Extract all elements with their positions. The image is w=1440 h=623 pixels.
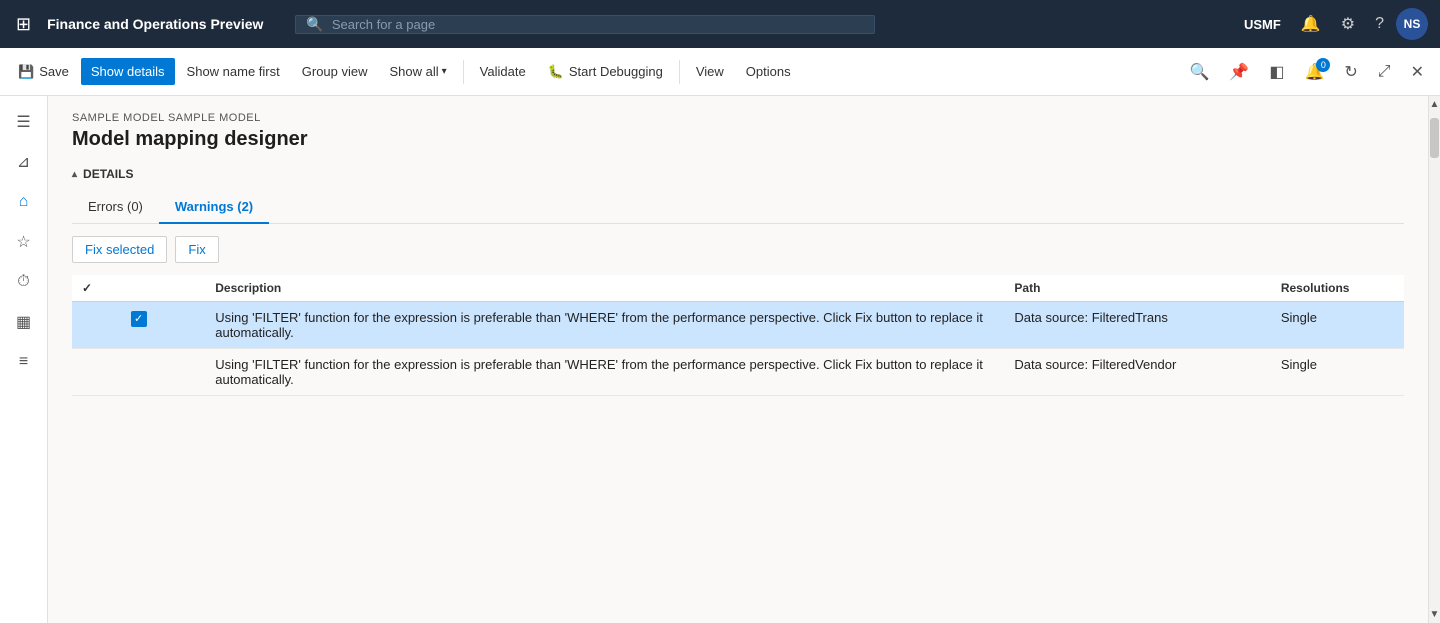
validate-button[interactable]: Validate xyxy=(470,58,536,85)
search-toolbar-icon[interactable]: 🔍 xyxy=(1181,56,1217,88)
row-path-2: Data source: FilteredVendor xyxy=(1004,349,1270,396)
sidebar-item-filter[interactable]: ⊿ xyxy=(6,144,42,180)
toolbar-right: 🔍 📌 ◧ 🔔 0 ↻ ⤢ ✕ xyxy=(1181,56,1432,88)
details-section: ▴ DETAILS Errors (0) Warnings (2) Fix se… xyxy=(48,151,1428,396)
details-header[interactable]: ▴ DETAILS xyxy=(72,167,1404,181)
save-icon: 💾 xyxy=(18,64,34,80)
chevron-down-icon: ▾ xyxy=(442,66,447,77)
row-path-1: Data source: FilteredTrans xyxy=(1004,302,1270,349)
pin-icon[interactable]: 📌 xyxy=(1221,56,1257,88)
close-button[interactable]: ✕ xyxy=(1403,56,1432,88)
col-header-path: Path xyxy=(1004,275,1270,302)
fix-button[interactable]: Fix xyxy=(175,236,218,263)
top-nav-right: USMF 🔔 ⚙ ? NS xyxy=(1236,8,1428,40)
sidebar-item-home[interactable]: ⌂ xyxy=(6,184,42,220)
table-row[interactable]: Using 'FILTER' function for the expressi… xyxy=(72,349,1404,396)
scroll-down-arrow[interactable]: ▼ xyxy=(1429,606,1440,623)
expand-button[interactable]: ⤢ xyxy=(1370,57,1399,87)
sidebar-item-workspaces[interactable]: ▦ xyxy=(6,304,42,340)
fix-selected-button[interactable]: Fix selected xyxy=(72,236,167,263)
refresh-button[interactable]: ↻ xyxy=(1336,56,1365,88)
sidebar-toggle-icon[interactable]: ◧ xyxy=(1261,56,1292,88)
top-nav: ⊞ Finance and Operations Preview 🔍 USMF … xyxy=(0,0,1440,48)
show-details-button[interactable]: Show details xyxy=(81,58,175,85)
scroll-up-arrow[interactable]: ▲ xyxy=(1429,96,1440,113)
right-scrollbar[interactable]: ▲ ▼ xyxy=(1428,96,1440,623)
scroll-thumb[interactable] xyxy=(1430,118,1439,158)
check-header-icon: ✓ xyxy=(82,281,92,295)
group-view-button[interactable]: Group view xyxy=(292,58,378,85)
sidebar-item-menu[interactable]: ☰ xyxy=(6,104,42,140)
grid-icon[interactable]: ⊞ xyxy=(12,10,35,39)
avatar[interactable]: NS xyxy=(1396,8,1428,40)
separator2 xyxy=(679,60,680,84)
row-check-2[interactable] xyxy=(72,349,205,396)
search-bar[interactable]: 🔍 xyxy=(295,15,875,34)
breadcrumb: SAMPLE MODEL SAMPLE MODEL xyxy=(72,112,1404,124)
tab-errors[interactable]: Errors (0) xyxy=(72,191,159,224)
checkmark-icon: ✓ xyxy=(131,311,147,327)
scroll-track[interactable] xyxy=(1429,113,1440,606)
details-label: DETAILS xyxy=(83,167,133,181)
col-header-check: ✓ xyxy=(72,275,205,302)
row-check-1[interactable]: ✓ xyxy=(72,302,205,349)
notification-count: 0 xyxy=(1316,58,1330,72)
bell-icon[interactable]: 🔔 xyxy=(1293,8,1329,40)
main-layout: ☰ ⊿ ⌂ ☆ ⏱ ▦ ≡ SAMPLE MODEL SAMPLE MODEL … xyxy=(0,96,1440,623)
breadcrumb-area: SAMPLE MODEL SAMPLE MODEL Model mapping … xyxy=(48,96,1428,151)
page-title: Model mapping designer xyxy=(72,128,1404,151)
action-buttons: Fix selected Fix xyxy=(72,236,1404,263)
app-title: Finance and Operations Preview xyxy=(47,16,263,32)
options-button[interactable]: Options xyxy=(736,58,801,85)
search-input[interactable] xyxy=(332,17,865,32)
sidebar-item-modules[interactable]: ≡ xyxy=(6,344,42,380)
collapse-icon: ▴ xyxy=(72,169,77,180)
toolbar: 💾 Save Show details Show name first Grou… xyxy=(0,48,1440,96)
help-icon[interactable]: ? xyxy=(1367,9,1392,39)
search-icon: 🔍 xyxy=(306,16,323,33)
row-resolutions-2: Single xyxy=(1271,349,1404,396)
show-name-button[interactable]: Show name first xyxy=(177,58,290,85)
sidebar-item-favorites[interactable]: ☆ xyxy=(6,224,42,260)
left-sidebar: ☰ ⊿ ⌂ ☆ ⏱ ▦ ≡ xyxy=(0,96,48,623)
bug-icon: 🐛 xyxy=(548,64,564,80)
row-description-1: Using 'FILTER' function for the expressi… xyxy=(205,302,1004,349)
sidebar-item-recent[interactable]: ⏱ xyxy=(6,264,42,300)
tab-warnings[interactable]: Warnings (2) xyxy=(159,191,269,224)
gear-icon[interactable]: ⚙ xyxy=(1333,8,1363,40)
content-area: SAMPLE MODEL SAMPLE MODEL Model mapping … xyxy=(48,96,1428,623)
col-header-resolutions: Resolutions xyxy=(1271,275,1404,302)
row-description-2: Using 'FILTER' function for the expressi… xyxy=(205,349,1004,396)
separator xyxy=(463,60,464,84)
tabs: Errors (0) Warnings (2) xyxy=(72,191,1404,224)
row-resolutions-1: Single xyxy=(1271,302,1404,349)
view-button[interactable]: View xyxy=(686,58,734,85)
save-button[interactable]: 💾 Save xyxy=(8,58,79,86)
company-code: USMF xyxy=(1236,17,1289,32)
warnings-table: ✓ Description Path Resolutions ✓ Using '… xyxy=(72,275,1404,396)
table-row[interactable]: ✓ Using 'FILTER' function for the expres… xyxy=(72,302,1404,349)
col-header-description: Description xyxy=(205,275,1004,302)
start-debugging-button[interactable]: 🐛 Start Debugging xyxy=(538,58,673,86)
show-all-button[interactable]: Show all ▾ xyxy=(380,58,457,85)
